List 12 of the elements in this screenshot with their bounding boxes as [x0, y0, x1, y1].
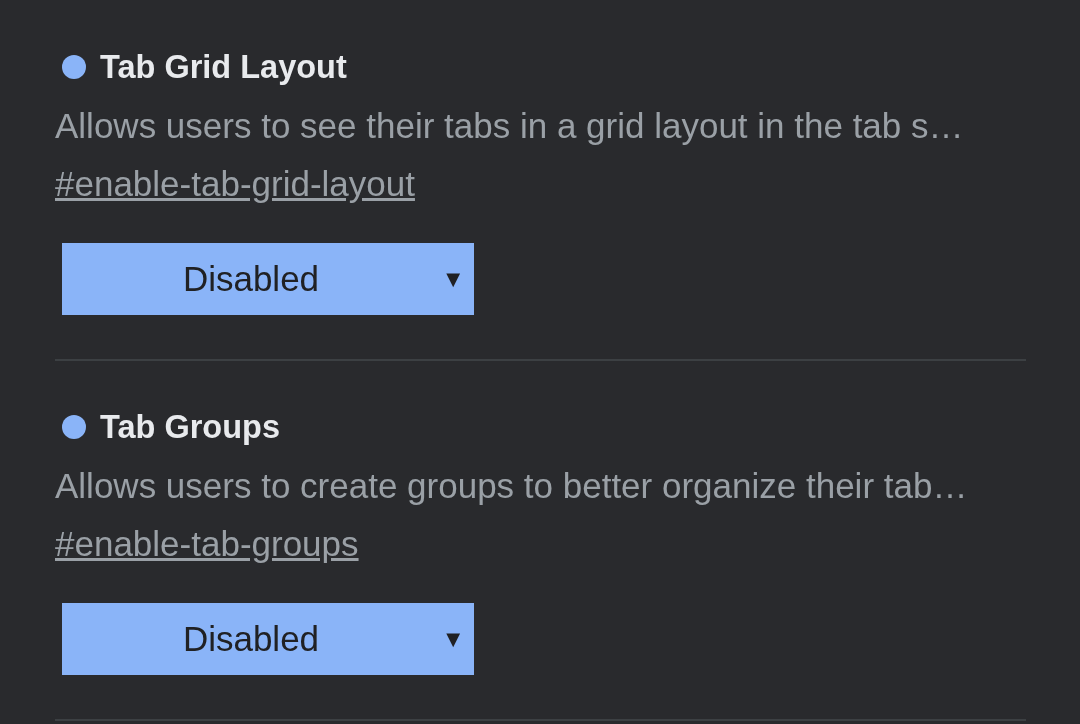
flag-title: Tab Groups: [100, 408, 280, 447]
flag-title: Tab Grid Layout: [100, 48, 347, 87]
status-dot-icon: [62, 415, 86, 439]
state-dropdown[interactable]: Disabled ▼: [62, 243, 474, 315]
state-dropdown[interactable]: Disabled ▼: [62, 603, 474, 675]
caret-icon: ▼: [446, 630, 460, 648]
flag-link[interactable]: #enable-tab-groups: [55, 524, 359, 563]
caret-icon: ▼: [446, 270, 460, 288]
status-dot-icon: [62, 55, 86, 79]
flag-description: Allows users to see their tabs in a grid layout in the tab s…: [55, 105, 965, 147]
flag-description: Allows users to create groups to better organize their tab…: [55, 465, 969, 507]
flag-link[interactable]: #enable-tab-grid-layout: [55, 164, 415, 203]
